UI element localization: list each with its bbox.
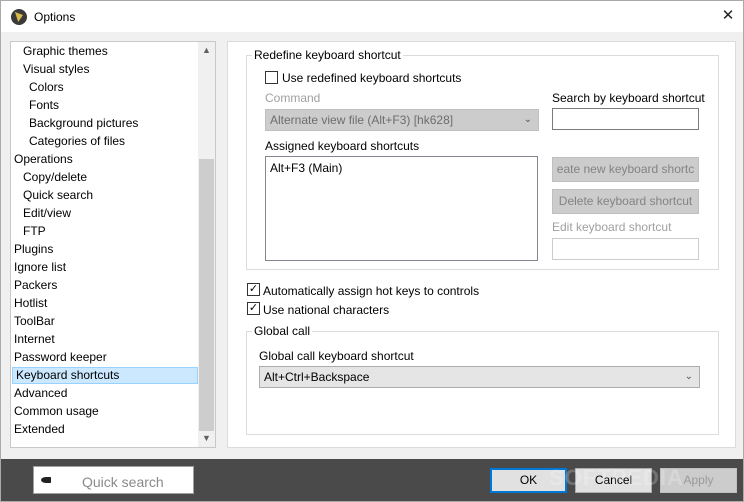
- window-title: Options: [34, 10, 76, 24]
- delete-shortcut-button[interactable]: Delete keyboard shortcut: [552, 189, 699, 214]
- tree-item[interactable]: Fonts: [11, 97, 198, 114]
- national-chars-label: Use national characters: [263, 303, 390, 317]
- auto-assign-checkbox[interactable]: ✓: [247, 283, 260, 296]
- command-value: Alternate view file (Alt+F3) [hk628]: [270, 113, 454, 127]
- scroll-up-arrow-icon[interactable]: ▲: [198, 42, 215, 59]
- app-icon: [11, 9, 27, 25]
- tree-item[interactable]: Categories of files: [11, 133, 198, 150]
- tree-item[interactable]: Graphic themes: [11, 43, 198, 60]
- create-shortcut-button[interactable]: eate new keyboard shortc: [552, 157, 699, 182]
- scrollbar-thumb[interactable]: [199, 159, 214, 431]
- close-button[interactable]: ✕: [714, 4, 742, 28]
- assigned-shortcuts-label: Assigned keyboard shortcuts: [265, 139, 420, 153]
- edit-shortcut-input[interactable]: [552, 238, 699, 260]
- options-window: Options ✕ Extended Common usage Advanced Ke…: [0, 0, 744, 502]
- chevron-down-icon: ⌄: [523, 114, 532, 125]
- tree-item[interactable]: Background pictures: [11, 115, 198, 132]
- tree-item[interactable]: Ignore list: [11, 259, 198, 276]
- tree-item[interactable]: Internet: [11, 331, 198, 348]
- tree-item[interactable]: Edit/view: [11, 205, 198, 222]
- global-call-shortcut-label: Global call keyboard shortcut: [259, 349, 414, 363]
- list-item[interactable]: Alt+F3 (Main): [270, 161, 342, 175]
- tree-item[interactable]: Operations: [11, 151, 198, 168]
- options-tree[interactable]: Extended Common usage Advanced Keyboard sho…: [10, 41, 216, 448]
- watermark-text: SOFTPEDIA: [549, 465, 684, 490]
- tree-item[interactable]: Keyboard shortcuts: [12, 367, 198, 384]
- quick-search-icon: [41, 477, 51, 483]
- quick-search-placeholder: Quick search: [82, 474, 164, 490]
- chevron-down-icon: ⌄: [684, 371, 693, 382]
- scroll-down-arrow-icon[interactable]: ▼: [198, 430, 215, 447]
- title-bar: Options ✕: [1, 1, 743, 32]
- tree-item[interactable]: Advanced: [11, 385, 198, 402]
- search-shortcut-input[interactable]: [552, 108, 699, 130]
- tree-item[interactable]: Packers: [11, 277, 198, 294]
- tree-item[interactable]: Quick search: [11, 187, 198, 204]
- tree-scrollbar[interactable]: ▲ ▼: [198, 42, 215, 447]
- global-call-group-title: Global call: [252, 324, 313, 338]
- tree-item[interactable]: Colors: [11, 79, 198, 96]
- global-call-shortcut-value: Alt+Ctrl+Backspace: [264, 370, 370, 384]
- command-combo[interactable]: Alternate view file (Alt+F3) [hk628] ⌄: [265, 109, 539, 131]
- tree-item[interactable]: FTP: [11, 223, 198, 240]
- use-redefined-checkbox[interactable]: [265, 71, 278, 84]
- use-redefined-label: Use redefined keyboard shortcuts: [282, 71, 462, 85]
- auto-assign-label: Automatically assign hot keys to control…: [263, 284, 480, 298]
- dialog-body: Extended Common usage Advanced Keyboard sho…: [1, 32, 743, 459]
- tree-item[interactable]: Hotlist: [11, 295, 198, 312]
- settings-panel: Redefine keyboard shortcut Use redefined…: [227, 41, 736, 448]
- command-label: Command: [265, 91, 321, 105]
- tree-item[interactable]: Common usage: [11, 403, 198, 420]
- global-call-shortcut-combo[interactable]: Alt+Ctrl+Backspace ⌄: [259, 366, 700, 388]
- tree-item[interactable]: Copy/delete: [11, 169, 198, 186]
- tree-item[interactable]: Visual styles: [11, 61, 198, 78]
- assigned-shortcuts-list[interactable]: Alt+F3 (Main): [265, 156, 538, 261]
- search-shortcut-label: Search by keyboard shortcut: [552, 91, 705, 105]
- tree-item[interactable]: ToolBar: [11, 313, 198, 330]
- edit-shortcut-label: Edit keyboard shortcut: [552, 220, 672, 234]
- tree-item[interactable]: Extended: [11, 421, 198, 438]
- quick-search-input[interactable]: Quick search: [33, 466, 194, 494]
- tree-item[interactable]: Password keeper: [11, 349, 198, 366]
- redefine-group-title: Redefine keyboard shortcut: [252, 48, 403, 62]
- national-chars-checkbox[interactable]: ✓: [247, 302, 260, 315]
- tree-item[interactable]: Plugins: [11, 241, 198, 258]
